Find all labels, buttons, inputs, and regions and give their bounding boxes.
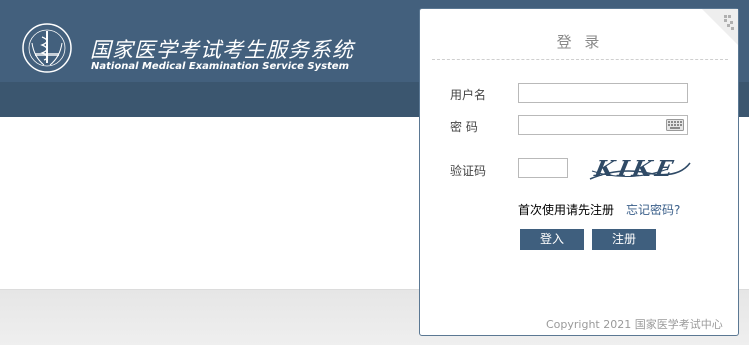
captcha-input[interactable] bbox=[518, 158, 568, 178]
keyboard-icon[interactable] bbox=[666, 119, 684, 131]
captcha-label: 验证码 bbox=[450, 164, 487, 178]
divider bbox=[432, 59, 728, 60]
copyright-text: Copyright 2021 国家医学考试中心 bbox=[546, 318, 723, 331]
system-title-en: National Medical Examination Service Sys… bbox=[91, 61, 350, 72]
username-label: 用户名 bbox=[450, 88, 487, 102]
logo-emblem-icon bbox=[22, 23, 72, 73]
password-input[interactable] bbox=[518, 115, 688, 135]
captcha-text: KIKE bbox=[591, 156, 679, 182]
captcha-image[interactable]: KIKE bbox=[588, 149, 692, 187]
system-title-cn: 国家医学考试考生服务系统 bbox=[90, 38, 354, 62]
register-button[interactable]: 注册 bbox=[592, 229, 656, 250]
login-panel: 登 录 用户名 密 码 验证码 KIKE 首次使用请先注册 忘记密码? 登入 注… bbox=[419, 8, 739, 336]
login-title: 登 录 bbox=[556, 33, 604, 51]
register-first-link[interactable]: 首次使用请先注册 bbox=[518, 201, 614, 218]
forgot-password-link[interactable]: 忘记密码? bbox=[626, 201, 680, 218]
username-input[interactable] bbox=[518, 83, 688, 103]
login-button[interactable]: 登入 bbox=[520, 229, 584, 250]
password-label: 密 码 bbox=[450, 120, 478, 134]
